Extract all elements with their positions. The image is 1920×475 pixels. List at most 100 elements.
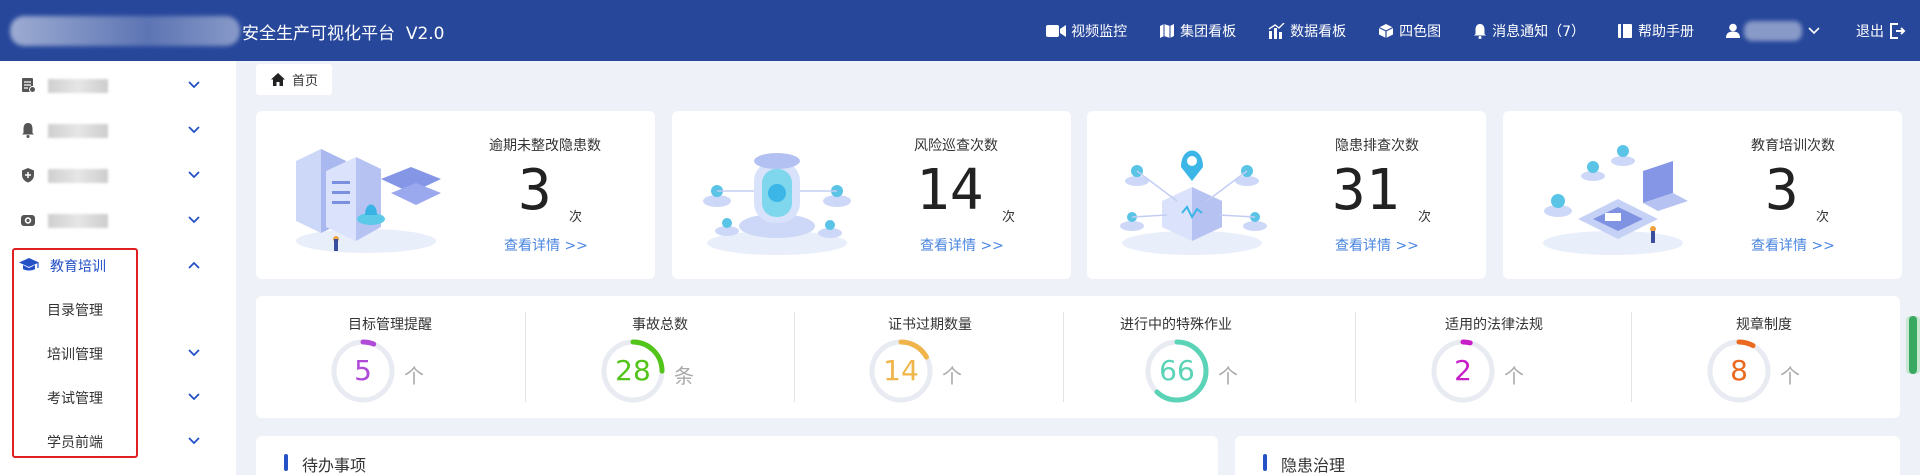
stat-card-risk-inspections: 风险巡查次数 14 次 查看详情 >> (672, 111, 1071, 279)
nav-label: 视频监控 (1071, 23, 1128, 40)
nav-four-color-map[interactable]: 四色图 (1378, 21, 1441, 41)
laptop-illustration (1543, 145, 1688, 255)
divider (525, 312, 526, 402)
metric-title: 证书过期数量 (888, 317, 972, 333)
metric-unit: 个 (404, 364, 424, 388)
card-title: 逾期未整改隐患数 (489, 138, 601, 154)
metric-unit: 个 (1504, 364, 1524, 388)
metric-value: 5 (354, 354, 372, 387)
sidebar-item-2[interactable] (0, 108, 236, 152)
logout-button[interactable]: 退出 (1856, 21, 1906, 41)
chevron-down-icon (1808, 26, 1820, 34)
app-title: 安全生产可视化平台 V2.0 (242, 23, 445, 44)
user-menu[interactable] (1726, 20, 1820, 41)
metric-title: 规章制度 (1736, 317, 1792, 333)
metric-value: 8 (1730, 354, 1748, 387)
video-icon (1046, 24, 1067, 37)
shield-icon (22, 168, 34, 183)
home-icon (271, 73, 285, 86)
chevron-down-icon (188, 437, 200, 445)
sidebar-item-1[interactable] (0, 63, 236, 107)
divider (1063, 312, 1064, 402)
nav-label: 集团看板 (1180, 23, 1237, 40)
card-unit: 次 (1002, 210, 1016, 225)
camera-icon (21, 215, 35, 226)
network-illustration (1120, 150, 1267, 255)
metric-title: 事故总数 (632, 317, 688, 333)
metric-unit: 条 (674, 364, 694, 388)
metric-unit: 个 (1780, 364, 1800, 388)
card-title: 隐患排查次数 (1335, 138, 1419, 154)
sidebar-label-redacted (48, 79, 108, 93)
sidebar-label-redacted (48, 169, 108, 183)
nav-data-board[interactable]: 数据看板 (1268, 21, 1346, 41)
card-unit: 次 (1816, 210, 1830, 225)
view-details-link[interactable]: 查看详情 >> (1751, 235, 1835, 255)
nav-group-board[interactable]: 集团看板 (1159, 21, 1236, 41)
card-unit: 次 (1418, 210, 1432, 225)
map-icon (1160, 23, 1175, 38)
card-title: 教育培训次数 (1751, 138, 1835, 154)
view-details-link[interactable]: 查看详情 >> (1335, 235, 1419, 255)
divider (1631, 312, 1632, 402)
reactor-illustration (703, 153, 851, 255)
annotation-highlight-box (12, 248, 138, 458)
sidebar-item-4[interactable] (0, 198, 236, 242)
sidebar-label-redacted (48, 124, 108, 138)
breadcrumb[interactable]: 首页 (256, 64, 332, 95)
brand: 安全生产可视化平台 V2.0 (10, 14, 444, 48)
panel-title: 隐患治理 (1281, 456, 1346, 475)
stat-card-overdue-hazards: 逾期未整改隐患数 3 次 查看详情 >> (256, 111, 655, 279)
metrics-panel: 目标管理提醒 5 个 事故总数 2 8 条 证书过期数量 14 个 进行中的特殊作… (256, 296, 1900, 418)
user-name-redacted (1744, 20, 1802, 41)
bell-icon (22, 123, 34, 138)
divider (794, 312, 795, 402)
stat-card-training-sessions: 教育培训次数 3 次 查看详情 >> (1503, 111, 1902, 279)
nav-video-monitor[interactable]: 视频监控 (1046, 21, 1127, 41)
view-details-link[interactable]: 查看详情 >> (504, 235, 588, 255)
top-nav: 视频监控 集团看板 数据看板 四色图 消息通知（7） 帮助手册 退出 (1046, 0, 1920, 61)
todo-panel: 待办事项 (256, 436, 1218, 475)
card-value: 3 (518, 158, 552, 223)
logout-icon (1890, 22, 1906, 39)
nav-label: 消息通知（7） (1492, 23, 1585, 40)
view-details-link[interactable]: 查看详情 >> (920, 235, 1004, 255)
nav-label: 四色图 (1399, 23, 1442, 40)
book-icon (1618, 23, 1632, 38)
chevron-up-icon (188, 261, 200, 269)
metric-title: 适用的法律法规 (1445, 317, 1543, 333)
chevron-down-icon (188, 81, 200, 89)
brand-logo-redacted (10, 16, 240, 46)
metric-value: 14 (883, 354, 919, 387)
nav-notifications[interactable]: 消息通知（7） (1473, 21, 1585, 41)
sidebar-item-3[interactable] (0, 153, 236, 197)
top-bar: 安全生产可视化平台 V2.0 视频监控 集团看板 数据看板 四色图 消息通知（7… (0, 0, 1920, 61)
chevron-down-icon (188, 216, 200, 224)
metric-title: 目标管理提醒 (348, 317, 432, 333)
card-unit: 次 (569, 210, 583, 225)
scrollbar-thumb[interactable] (1909, 316, 1917, 374)
chevron-down-icon (188, 393, 200, 401)
metric-title: 进行中的特殊作业 (1120, 317, 1232, 333)
server-illustration (296, 149, 441, 253)
card-value: 14 (916, 158, 984, 223)
metric-unit: 个 (1218, 364, 1238, 388)
nav-label: 数据看板 (1290, 23, 1347, 40)
stat-card-hazard-checks: 隐患排查次数 31 次 查看详情 >> (1087, 111, 1486, 279)
logout-label: 退出 (1856, 23, 1884, 40)
bar-chart-icon (1268, 22, 1285, 39)
card-title: 风险巡查次数 (914, 138, 998, 154)
cube-icon (1378, 23, 1394, 38)
panel-title: 待办事项 (302, 456, 367, 475)
metric-unit: 个 (942, 364, 962, 388)
metric-value: 66 (1159, 354, 1195, 387)
nav-help-manual[interactable]: 帮助手册 (1617, 21, 1694, 41)
metric-value: 2 (1454, 354, 1472, 387)
sidebar-label-redacted (48, 214, 108, 228)
document-icon (22, 78, 36, 93)
chevron-down-icon (188, 126, 200, 134)
hazard-governance-panel: 隐患治理 (1235, 436, 1900, 475)
user-icon (1726, 23, 1740, 38)
bell-icon (1474, 23, 1487, 39)
chevron-down-icon (188, 171, 200, 179)
